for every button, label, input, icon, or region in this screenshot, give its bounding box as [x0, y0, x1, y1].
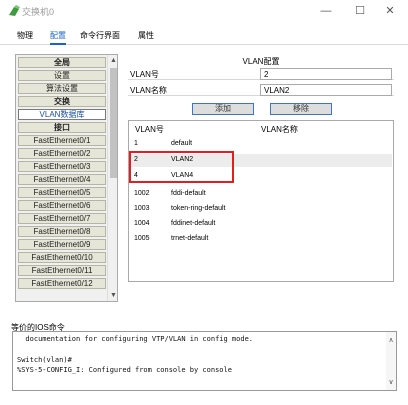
ios-console[interactable]: documentation for configuring VTP/VLAN i…: [12, 331, 397, 391]
sidebar-item-fa0-8[interactable]: FastEthernet0/8: [18, 226, 106, 237]
vlan-num-row: VLAN号: [128, 68, 394, 80]
sidebar-item-settings[interactable]: 设置: [18, 70, 106, 81]
table-row[interactable]: 1005 trnet-default: [130, 233, 392, 246]
column-header-num: VLAN号: [135, 125, 164, 134]
add-button[interactable]: 添加: [192, 103, 254, 115]
chevron-down-icon[interactable]: ∨: [386, 378, 396, 386]
vlan-num-label: VLAN号: [130, 70, 159, 79]
sidebar-item-fa0-4[interactable]: FastEthernet0/4: [18, 174, 106, 185]
table-row[interactable]: 1002 fddi-default: [130, 188, 392, 201]
cell-vlan-name: default: [171, 140, 193, 147]
sidebar-item-fa0-6[interactable]: FastEthernet0/6: [18, 200, 106, 211]
window-title: 交换机0: [22, 7, 55, 17]
sidebar-item-fa0-10[interactable]: FastEthernet0/10: [18, 252, 106, 263]
vlan-name-label: VLAN名称: [130, 86, 167, 95]
sidebar-item-fa0-9[interactable]: FastEthernet0/9: [18, 239, 106, 250]
switch-icon: [9, 5, 20, 16]
console-line: documentation for configuring VTP/VLAN i…: [17, 335, 254, 343]
table-row[interactable]: 1004 fddinet-default: [130, 218, 392, 231]
selection-highlight-box: [129, 151, 234, 183]
column-header-name: VLAN名称: [261, 125, 298, 134]
section-title: VLAN配置: [242, 57, 280, 66]
vlan-config-panel: VLAN配置 VLAN号 VLAN名称 添加 移除 VLAN号 VLAN名称 1…: [128, 54, 394, 304]
sidebar-item-fa0-3[interactable]: FastEthernet0/3: [18, 161, 106, 172]
sidebar: 全局 设置 算法设置 交换 VLAN数据库 接口 FastEthernet0/1…: [15, 54, 118, 302]
sidebar-item-algorithm[interactable]: 算法设置: [18, 83, 106, 94]
cell-vlan-name: token-ring-default: [171, 205, 226, 212]
console-scrollbar[interactable]: ∧ ∨: [386, 332, 396, 390]
cell-vlan-num: 1002: [134, 190, 150, 197]
tab-cli[interactable]: 命令行界面: [80, 30, 120, 41]
chevron-up-icon[interactable]: ▲: [108, 55, 117, 66]
close-button[interactable]: ✕: [370, 0, 408, 22]
sidebar-item-fa0-5[interactable]: FastEthernet0/5: [18, 187, 106, 198]
cell-vlan-num: 1005: [134, 235, 150, 242]
title-bar: 交换机0 — ☐ ✕: [0, 0, 408, 22]
chevron-up-icon[interactable]: ∧: [386, 336, 396, 344]
sidebar-item-global[interactable]: 全局: [18, 57, 106, 68]
cell-vlan-name: fddinet-default: [171, 220, 216, 227]
cell-vlan-num: 1: [134, 140, 138, 147]
sidebar-item-switching[interactable]: 交换: [18, 96, 106, 107]
scroll-thumb[interactable]: [110, 68, 117, 178]
cell-vlan-name: fddi-default: [171, 190, 206, 197]
chevron-down-icon[interactable]: ▼: [108, 290, 117, 301]
sidebar-item-fa0-1[interactable]: FastEthernet0/1: [18, 135, 106, 146]
cell-vlan-num: 1004: [134, 220, 150, 227]
console-line: %SYS-5-CONFIG_I: Configured from console…: [17, 366, 232, 374]
sidebar-scrollbar[interactable]: ▲ ▼: [107, 55, 117, 301]
console-line: Switch(vlan)#: [17, 356, 72, 364]
vlan-num-input[interactable]: [260, 68, 392, 80]
cell-vlan-num: 1003: [134, 205, 150, 212]
tab-physical[interactable]: 物理: [17, 30, 33, 41]
vlan-table: VLAN号 VLAN名称 1 default 2 VLAN2 4 VLAN4 1…: [128, 120, 394, 282]
vlan-name-row: VLAN名称: [128, 84, 394, 96]
sidebar-item-fa0-2[interactable]: FastEthernet0/2: [18, 148, 106, 159]
tab-bar: 物理 配置 命令行界面 属性: [0, 25, 408, 45]
tab-attributes[interactable]: 属性: [138, 30, 154, 41]
table-row[interactable]: 1 default: [130, 138, 392, 151]
tab-config[interactable]: 配置: [50, 30, 66, 45]
remove-button[interactable]: 移除: [270, 103, 332, 115]
sidebar-item-fa0-12[interactable]: FastEthernet0/12: [18, 278, 106, 289]
sidebar-item-interface[interactable]: 接口: [18, 122, 106, 133]
vlan-name-input[interactable]: [260, 84, 392, 96]
sidebar-item-fa0-11[interactable]: FastEthernet0/11: [18, 265, 106, 276]
cell-vlan-name: trnet-default: [171, 235, 209, 242]
sidebar-item-fa0-7[interactable]: FastEthernet0/7: [18, 213, 106, 224]
table-row[interactable]: 1003 token-ring-default: [130, 203, 392, 216]
sidebar-item-vlan-database[interactable]: VLAN数据库: [18, 109, 106, 120]
